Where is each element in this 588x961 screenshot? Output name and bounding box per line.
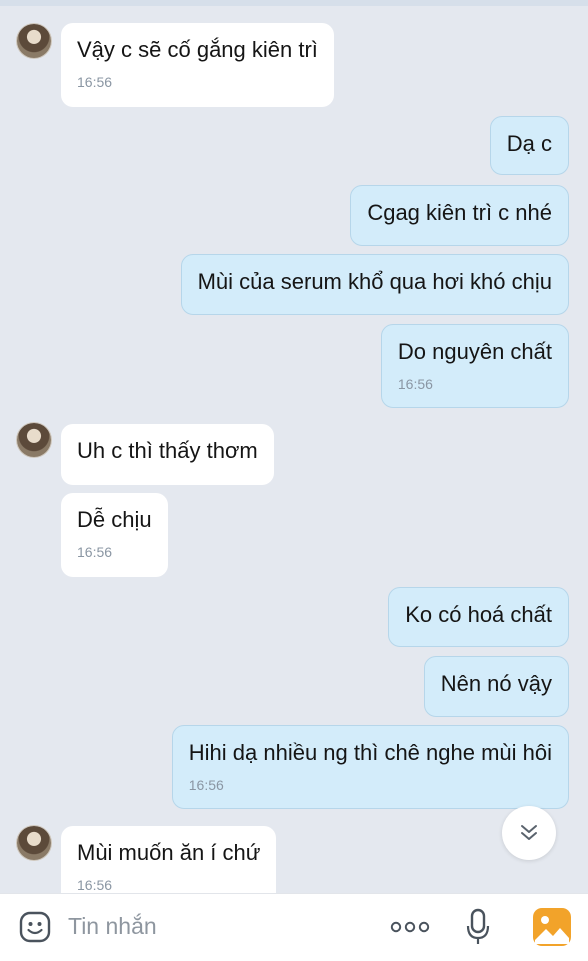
avatar[interactable] xyxy=(17,423,51,457)
message-bubble[interactable]: Ko có hoá chất xyxy=(388,587,569,647)
scroll-to-bottom-button[interactable] xyxy=(502,806,556,860)
message-list[interactable]: Vậy c sẽ cố gắng kiên trì 16:56 Dạ c Cga… xyxy=(0,0,588,893)
composer-bar: Tin nhắn xyxy=(0,893,588,961)
message-time: 16:56 xyxy=(77,877,113,893)
message-bubble[interactable]: Hihi dạ nhiều ng thì chê nghe mùi hôi 16… xyxy=(171,725,569,809)
image-icon[interactable] xyxy=(532,907,572,947)
message-text: Uh c thì thấy thơm xyxy=(77,438,258,463)
mic-icon[interactable] xyxy=(466,908,490,946)
message-input[interactable]: Tin nhắn xyxy=(68,913,157,940)
avatar[interactable] xyxy=(17,826,51,860)
more-icon[interactable] xyxy=(390,920,430,934)
message-bubble[interactable]: Vậy c sẽ cố gắng kiên trì 16:56 xyxy=(61,23,334,107)
message-text: Mùi của serum khổ qua hơi khó chịu xyxy=(197,269,552,294)
message-bubble[interactable]: Cgag kiên trì c nhé xyxy=(350,185,569,246)
message-bubble[interactable]: Mùi của serum khổ qua hơi khó chịu xyxy=(180,254,569,315)
message-bubble[interactable]: Mùi muốn ăn í chứ 16:56 xyxy=(61,826,277,893)
avatar[interactable] xyxy=(17,24,51,58)
message-time: 16:56 xyxy=(397,376,433,392)
message-text: Nên nó vậy xyxy=(440,671,552,696)
message-text: Hihi dạ nhiều ng thì chê nghe mùi hôi xyxy=(188,740,552,765)
message-text: Dạ c xyxy=(506,131,552,156)
message-bubble[interactable]: Dạ c xyxy=(489,116,569,175)
message-text: Do nguyên chất xyxy=(397,339,552,364)
message-time: 16:56 xyxy=(188,777,224,793)
message-bubble[interactable]: Uh c thì thấy thơm xyxy=(61,424,274,485)
message-text: Dễ chịu xyxy=(77,507,152,532)
message-bubble[interactable]: Do nguyên chất 16:56 xyxy=(380,324,569,408)
message-text: Mùi muốn ăn í chứ xyxy=(77,840,261,865)
message-bubble[interactable]: Nên nó vậy xyxy=(423,656,569,717)
message-time: 16:56 xyxy=(77,544,113,560)
message-text: Ko có hoá chất xyxy=(405,602,552,627)
double-chevron-down-icon xyxy=(521,825,537,840)
message-bubble[interactable]: Dễ chịu 16:56 xyxy=(61,493,168,577)
message-text: Vậy c sẽ cố gắng kiên trì xyxy=(77,37,318,62)
emoji-icon[interactable] xyxy=(18,910,52,944)
message-text: Cgag kiên trì c nhé xyxy=(367,200,552,225)
message-time: 16:56 xyxy=(77,74,113,90)
